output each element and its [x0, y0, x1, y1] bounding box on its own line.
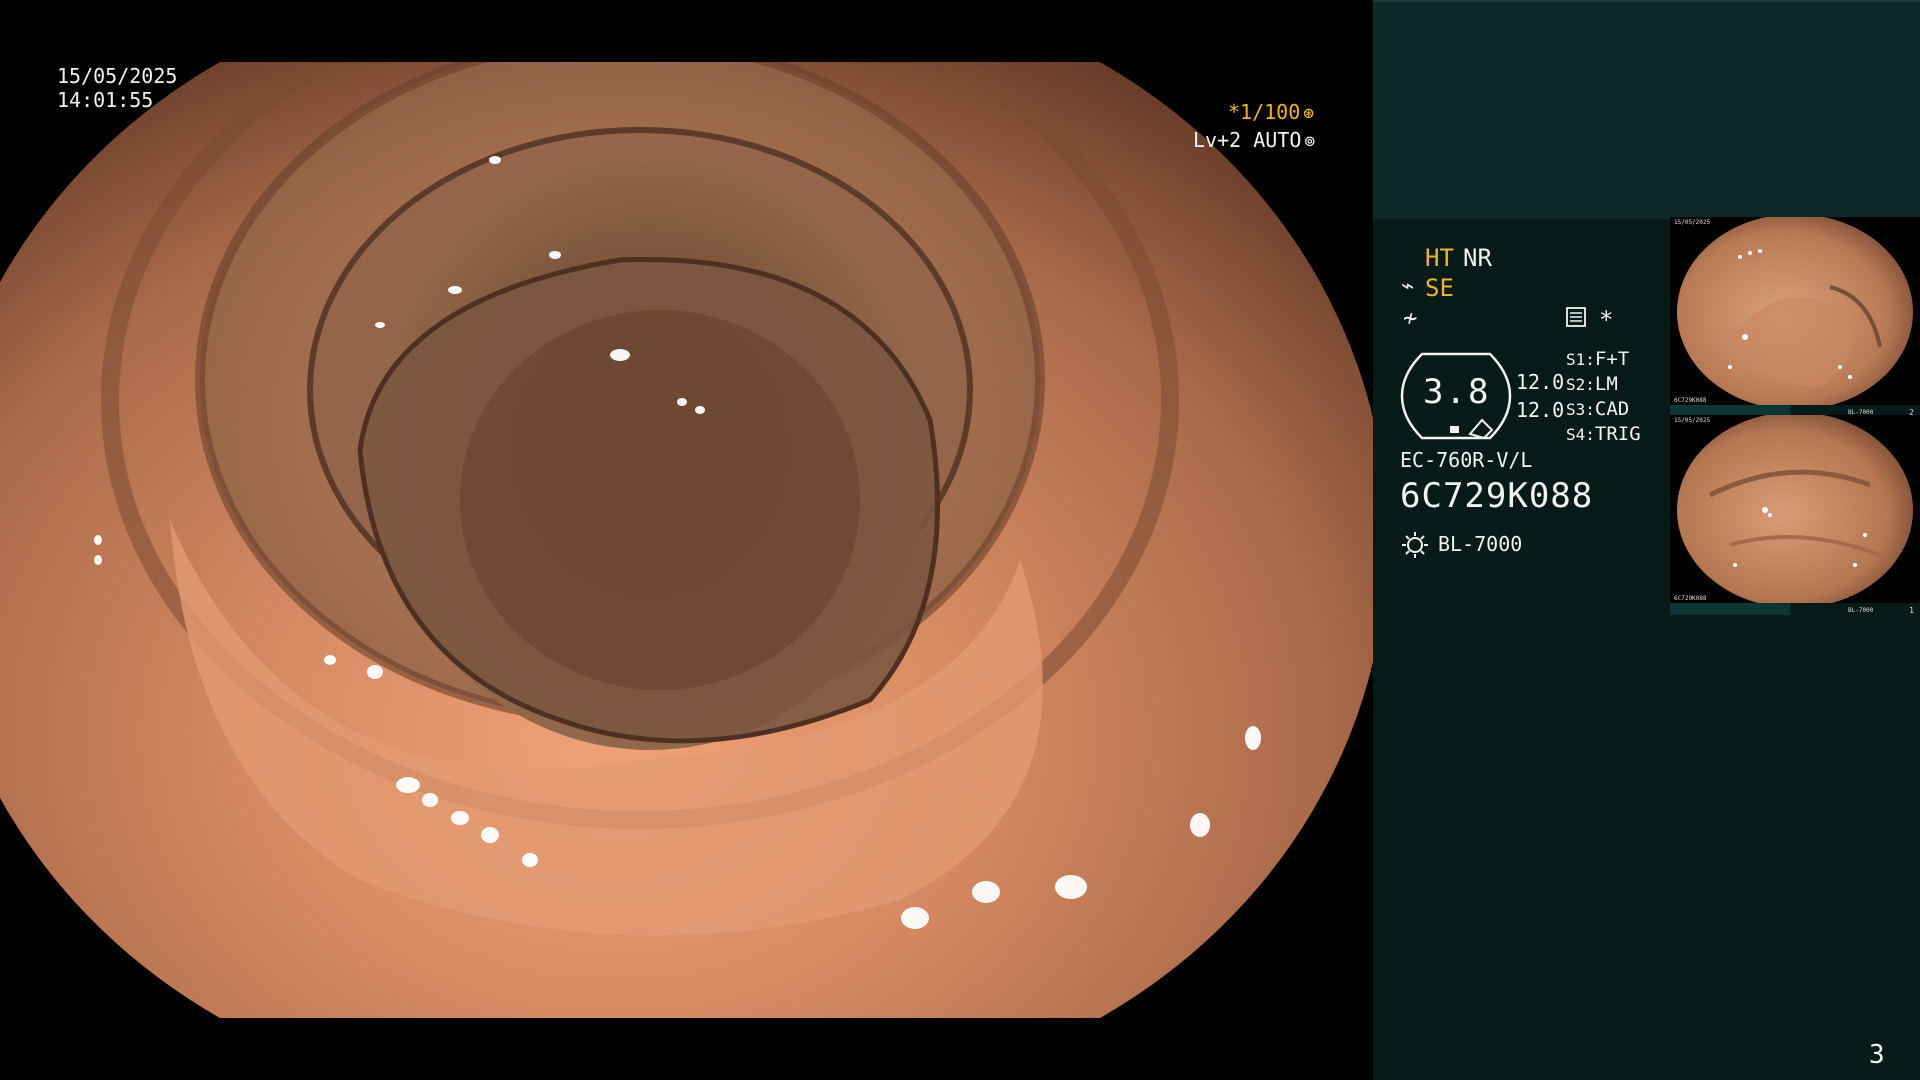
shutter-icon: ⊛	[1303, 103, 1315, 124]
thumbnail-lamp: BL-7000	[1848, 607, 1874, 614]
scope-model: EC-760R-V/L	[1400, 448, 1533, 472]
exam-time: 14:01:55	[57, 88, 154, 112]
scope-angle-icon: ⌁	[1401, 274, 1415, 299]
se-indicator: SE	[1425, 274, 1454, 302]
ht-indicator: HT	[1425, 244, 1454, 272]
thumbnail-serial: 6C729K088	[1674, 595, 1707, 602]
thumbnail-image-1[interactable]: 15/05/2025 6C729K088 BL-7000 1	[1670, 415, 1920, 615]
switch-s2: S2:LM	[1566, 373, 1618, 395]
switch-s3: S3:CAD	[1566, 398, 1629, 420]
parameter-a: 12.0	[1516, 370, 1565, 394]
thumbnail-serial: 6C729K088	[1674, 397, 1707, 404]
switch-value: CAD	[1594, 398, 1630, 420]
switch-s4: S4:TRIG	[1566, 423, 1641, 445]
thumbnail-picture	[1677, 415, 1913, 608]
nr-indicator: NR	[1463, 244, 1492, 272]
panel-header-area	[1373, 0, 1920, 219]
switch-key: S3:	[1566, 400, 1595, 419]
brightness-level-value: Lv+2 AUTO	[1193, 128, 1302, 152]
image-count: 3	[1869, 1040, 1885, 1070]
auto-iris-icon: ⊚	[1304, 131, 1316, 152]
settings-icon	[1566, 307, 1586, 327]
lamp-model: BL-7000	[1438, 532, 1523, 556]
shutter-value: *1/100	[1228, 100, 1301, 124]
switch-s1: S1:F+T	[1566, 348, 1629, 370]
asterisk-indicator: *	[1599, 306, 1614, 334]
switch-value: LM	[1594, 373, 1618, 395]
switch-key: S1:	[1566, 350, 1595, 369]
info-panel: HT NR ⌁ SE ≁ * 3.8 12.0 12.0 S1:F+T S2:L…	[1373, 0, 1920, 1080]
thumbnail-date: 15/05/2025	[1674, 219, 1711, 226]
brightness-level-readout: Lv+2 AUTO ⊚	[1193, 128, 1315, 154]
switch-value: F+T	[1594, 348, 1630, 370]
switch-key: S4:	[1566, 425, 1595, 444]
scope-serial: 6C729K088	[1400, 476, 1594, 516]
slash-icon: ≁	[1403, 304, 1418, 332]
parameter-b: 12.0	[1516, 398, 1565, 422]
switch-key: S2:	[1566, 375, 1595, 394]
shutter-readout: *1/100 ⊛	[1228, 100, 1314, 126]
lamp-icon	[1402, 532, 1428, 558]
thumbnail-image-2[interactable]: 15/05/2025 6C729K088 BL-7000 2	[1670, 217, 1920, 417]
exam-date: 15/05/2025	[57, 64, 178, 88]
endoscope-view: 15/05/2025 14:01:55 *1/100 ⊛ Lv+2 AUTO ⊚	[0, 0, 1373, 1080]
thumbnail-picture	[1677, 217, 1913, 410]
thumbnail-date: 15/05/2025	[1674, 417, 1711, 424]
zoom-value: 3.8	[1423, 372, 1491, 412]
endoscope-image	[0, 62, 1373, 1018]
thumbnail-number: 1	[1909, 606, 1914, 615]
switch-value: TRIG	[1594, 423, 1641, 445]
